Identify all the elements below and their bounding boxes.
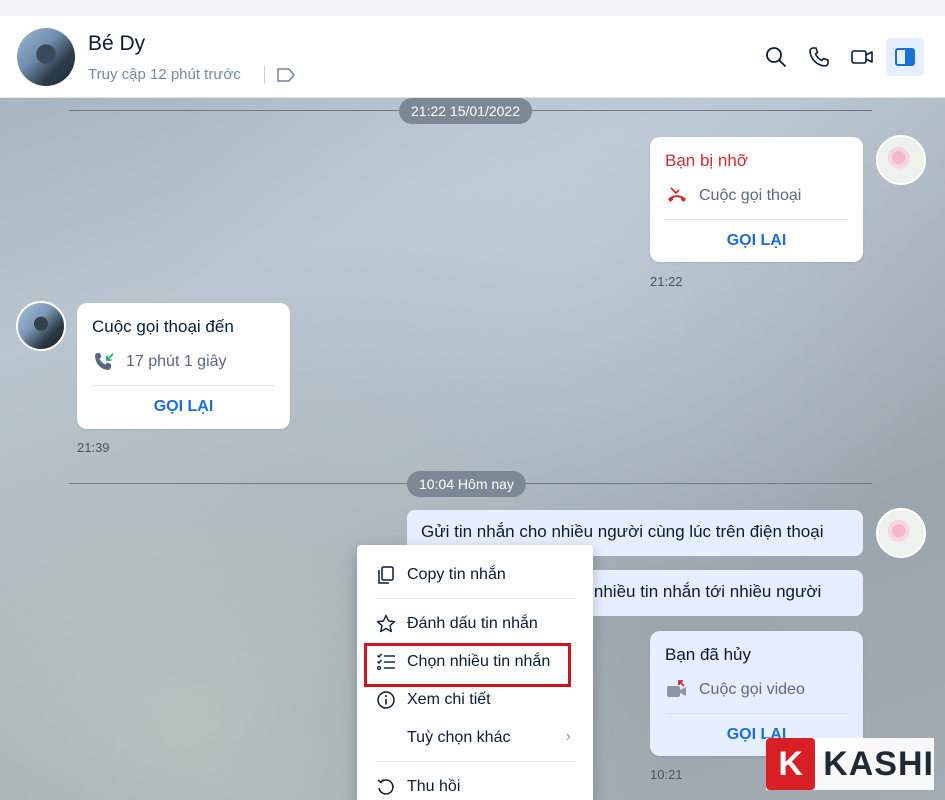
video-icon xyxy=(851,50,873,64)
video-call-button[interactable] xyxy=(847,42,877,72)
highlight-box xyxy=(364,643,571,687)
menu-item-label: Xem chi tiết xyxy=(407,691,491,708)
my-avatar[interactable] xyxy=(876,508,926,558)
text-message[interactable]: ửi nhiều tin nhắn tới nhiều người xyxy=(560,570,863,616)
contact-avatar[interactable] xyxy=(17,28,75,86)
my-avatar[interactable] xyxy=(876,135,926,185)
copy-icon xyxy=(378,566,394,584)
call-type-row: Cuộc gọi video xyxy=(665,679,805,701)
call-back-button[interactable]: GỌI LẠI xyxy=(650,232,863,250)
message-time: 21:39 xyxy=(77,440,110,455)
missed-call-icon xyxy=(668,187,686,202)
card-divider xyxy=(665,219,848,220)
call-type-label: Cuộc gọi thoại xyxy=(699,187,802,204)
watermark-text: KASHI xyxy=(823,744,934,783)
search-button[interactable] xyxy=(761,42,791,72)
undo-icon xyxy=(377,779,394,795)
missed-call-card[interactable]: Bạn bị nhỡ Cuộc gọi thoại GỌI LẠI xyxy=(650,137,863,262)
search-icon xyxy=(766,47,786,67)
star-icon xyxy=(376,614,396,633)
voice-call-button[interactable] xyxy=(804,42,834,72)
chevron-right-icon: › xyxy=(565,728,571,745)
watermark-logo: K KASHI xyxy=(766,738,934,790)
call-status-title: Bạn bị nhỡ xyxy=(665,151,748,170)
sidebar-toggle-icon xyxy=(895,48,915,66)
menu-item-label: Tuỳ chọn khác xyxy=(407,729,511,746)
menu-item-label: Thu hồi xyxy=(407,778,461,795)
card-divider xyxy=(665,713,848,714)
menu-item-label: Copy tin nhắn xyxy=(407,566,506,583)
video-call-cancelled-icon xyxy=(667,680,686,697)
date-separator: 10:04 Hôm nay xyxy=(407,471,526,497)
message-time: 21:22 xyxy=(650,274,683,289)
window-top-strip xyxy=(0,0,945,16)
call-type-row: Cuộc gọi thoại xyxy=(665,185,801,207)
menu-separator xyxy=(375,598,575,599)
menu-item-copy[interactable]: Copy tin nhắn xyxy=(357,557,593,593)
call-status-title: Bạn đã hủy xyxy=(665,645,752,664)
menu-item-recall[interactable]: Thu hồi xyxy=(357,769,593,800)
menu-item-more-options[interactable]: Tuỳ chọn khác › xyxy=(357,720,593,756)
call-duration: 17 phút 1 giây xyxy=(126,353,227,370)
date-separator: 21:22 15/01/2022 xyxy=(399,98,532,124)
phone-icon xyxy=(809,47,829,67)
menu-item-details[interactable]: Xem chi tiết xyxy=(357,682,593,718)
watermark-mark: K xyxy=(766,738,816,790)
message-time: 10:21 xyxy=(650,767,683,782)
incoming-call-card[interactable]: Cuộc gọi thoại đến 17 phút 1 giây GỌI LẠ… xyxy=(77,303,290,429)
call-duration-row: 17 phút 1 giây xyxy=(92,351,227,373)
call-back-button[interactable]: GỌI LẠI xyxy=(77,398,290,416)
info-icon xyxy=(377,691,395,709)
chat-header: Bé Dy Truy cập 12 phút trước xyxy=(0,16,945,98)
call-status-title: Cuộc gọi thoại đến xyxy=(92,317,234,336)
menu-item-label: Đánh dấu tin nhắn xyxy=(407,615,538,632)
label-tag-icon[interactable] xyxy=(276,66,296,84)
call-type-label: Cuộc gọi video xyxy=(699,681,805,698)
toggle-sidebar-button[interactable] xyxy=(886,38,924,76)
card-divider xyxy=(92,385,275,386)
menu-item-mark[interactable]: Đánh dấu tin nhắn xyxy=(357,606,593,642)
menu-separator xyxy=(375,761,575,762)
contact-name[interactable]: Bé Dy xyxy=(88,32,145,56)
last-seen-status: Truy cập 12 phút trước xyxy=(88,66,241,83)
incoming-call-icon xyxy=(95,353,114,370)
header-separator xyxy=(264,66,265,84)
contact-avatar-small[interactable] xyxy=(16,301,66,351)
